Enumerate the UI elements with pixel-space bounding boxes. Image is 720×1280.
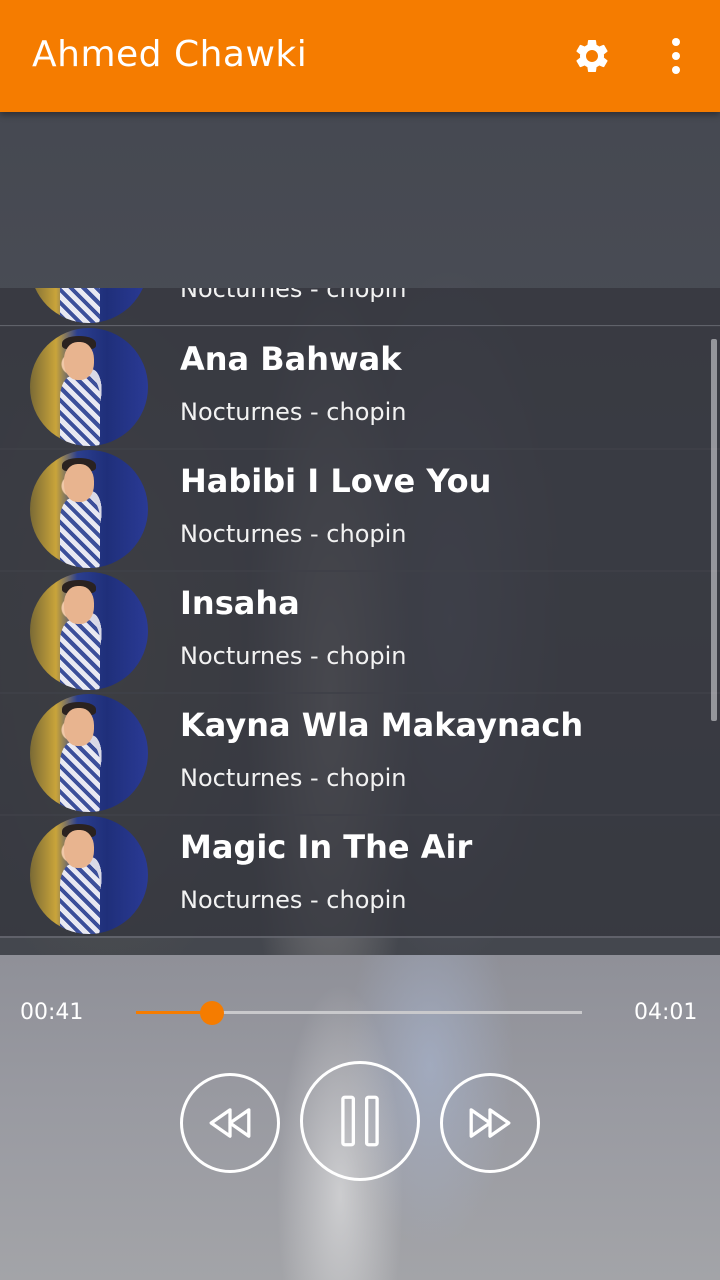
song-row[interactable]: Habibi I Love You Nocturnes - chopin: [0, 448, 720, 572]
album-art: [30, 816, 148, 934]
song-artist: Nocturnes - chopin: [180, 764, 407, 792]
song-row[interactable]: Kayna Wla Makaynach Nocturnes - chopin: [0, 692, 720, 816]
song-title: Insaha: [180, 584, 300, 622]
list-scrollbar[interactable]: [711, 339, 717, 721]
pause-icon: [341, 1095, 379, 1147]
song-title: Ana Bahwak: [180, 340, 402, 378]
fast-forward-icon: [469, 1108, 511, 1138]
song-title: Habibi I Love You: [180, 462, 492, 500]
song-row[interactable]: Magic In The Air Nocturnes - chopin: [0, 814, 720, 938]
song-artist: Nocturnes - chopin: [180, 642, 407, 670]
more-vert-icon[interactable]: [660, 36, 692, 76]
song-row[interactable]: Ana Bahwak Nocturnes - chopin: [0, 326, 720, 450]
song-artist: Nocturnes - chopin: [180, 398, 407, 426]
song-artist: Nocturnes - chopin: [180, 520, 407, 548]
total-time: 04:01: [634, 1000, 698, 1025]
album-art: [30, 694, 148, 812]
player-panel: 00:41 04:01: [0, 955, 720, 1280]
gear-icon[interactable]: [572, 36, 612, 76]
app-title: Ahmed Chawki: [32, 34, 308, 75]
song-row[interactable]: Nocturnes - chopin: [0, 288, 720, 327]
song-artist: Nocturnes - chopin: [180, 288, 407, 303]
song-title: Magic In The Air: [180, 828, 473, 866]
seek-thumb[interactable]: [199, 1001, 224, 1025]
current-time: 00:41: [20, 1000, 84, 1025]
app-bar: Ahmed Chawki: [0, 0, 720, 112]
album-art: [30, 450, 148, 568]
rewind-button[interactable]: [180, 1073, 280, 1173]
seek-bar[interactable]: [136, 1001, 582, 1025]
song-artist: Nocturnes - chopin: [180, 886, 407, 914]
song-row[interactable]: Insaha Nocturnes - chopin: [0, 570, 720, 694]
song-title: Kayna Wla Makaynach: [180, 706, 584, 744]
album-art: [30, 572, 148, 690]
album-art: [30, 328, 148, 446]
fast-forward-button[interactable]: [440, 1073, 540, 1173]
song-list[interactable]: Nocturnes - chopin Ana Bahwak Nocturnes …: [0, 288, 720, 955]
album-art: [30, 288, 148, 323]
rewind-icon: [209, 1108, 251, 1138]
pause-button[interactable]: [300, 1061, 420, 1181]
